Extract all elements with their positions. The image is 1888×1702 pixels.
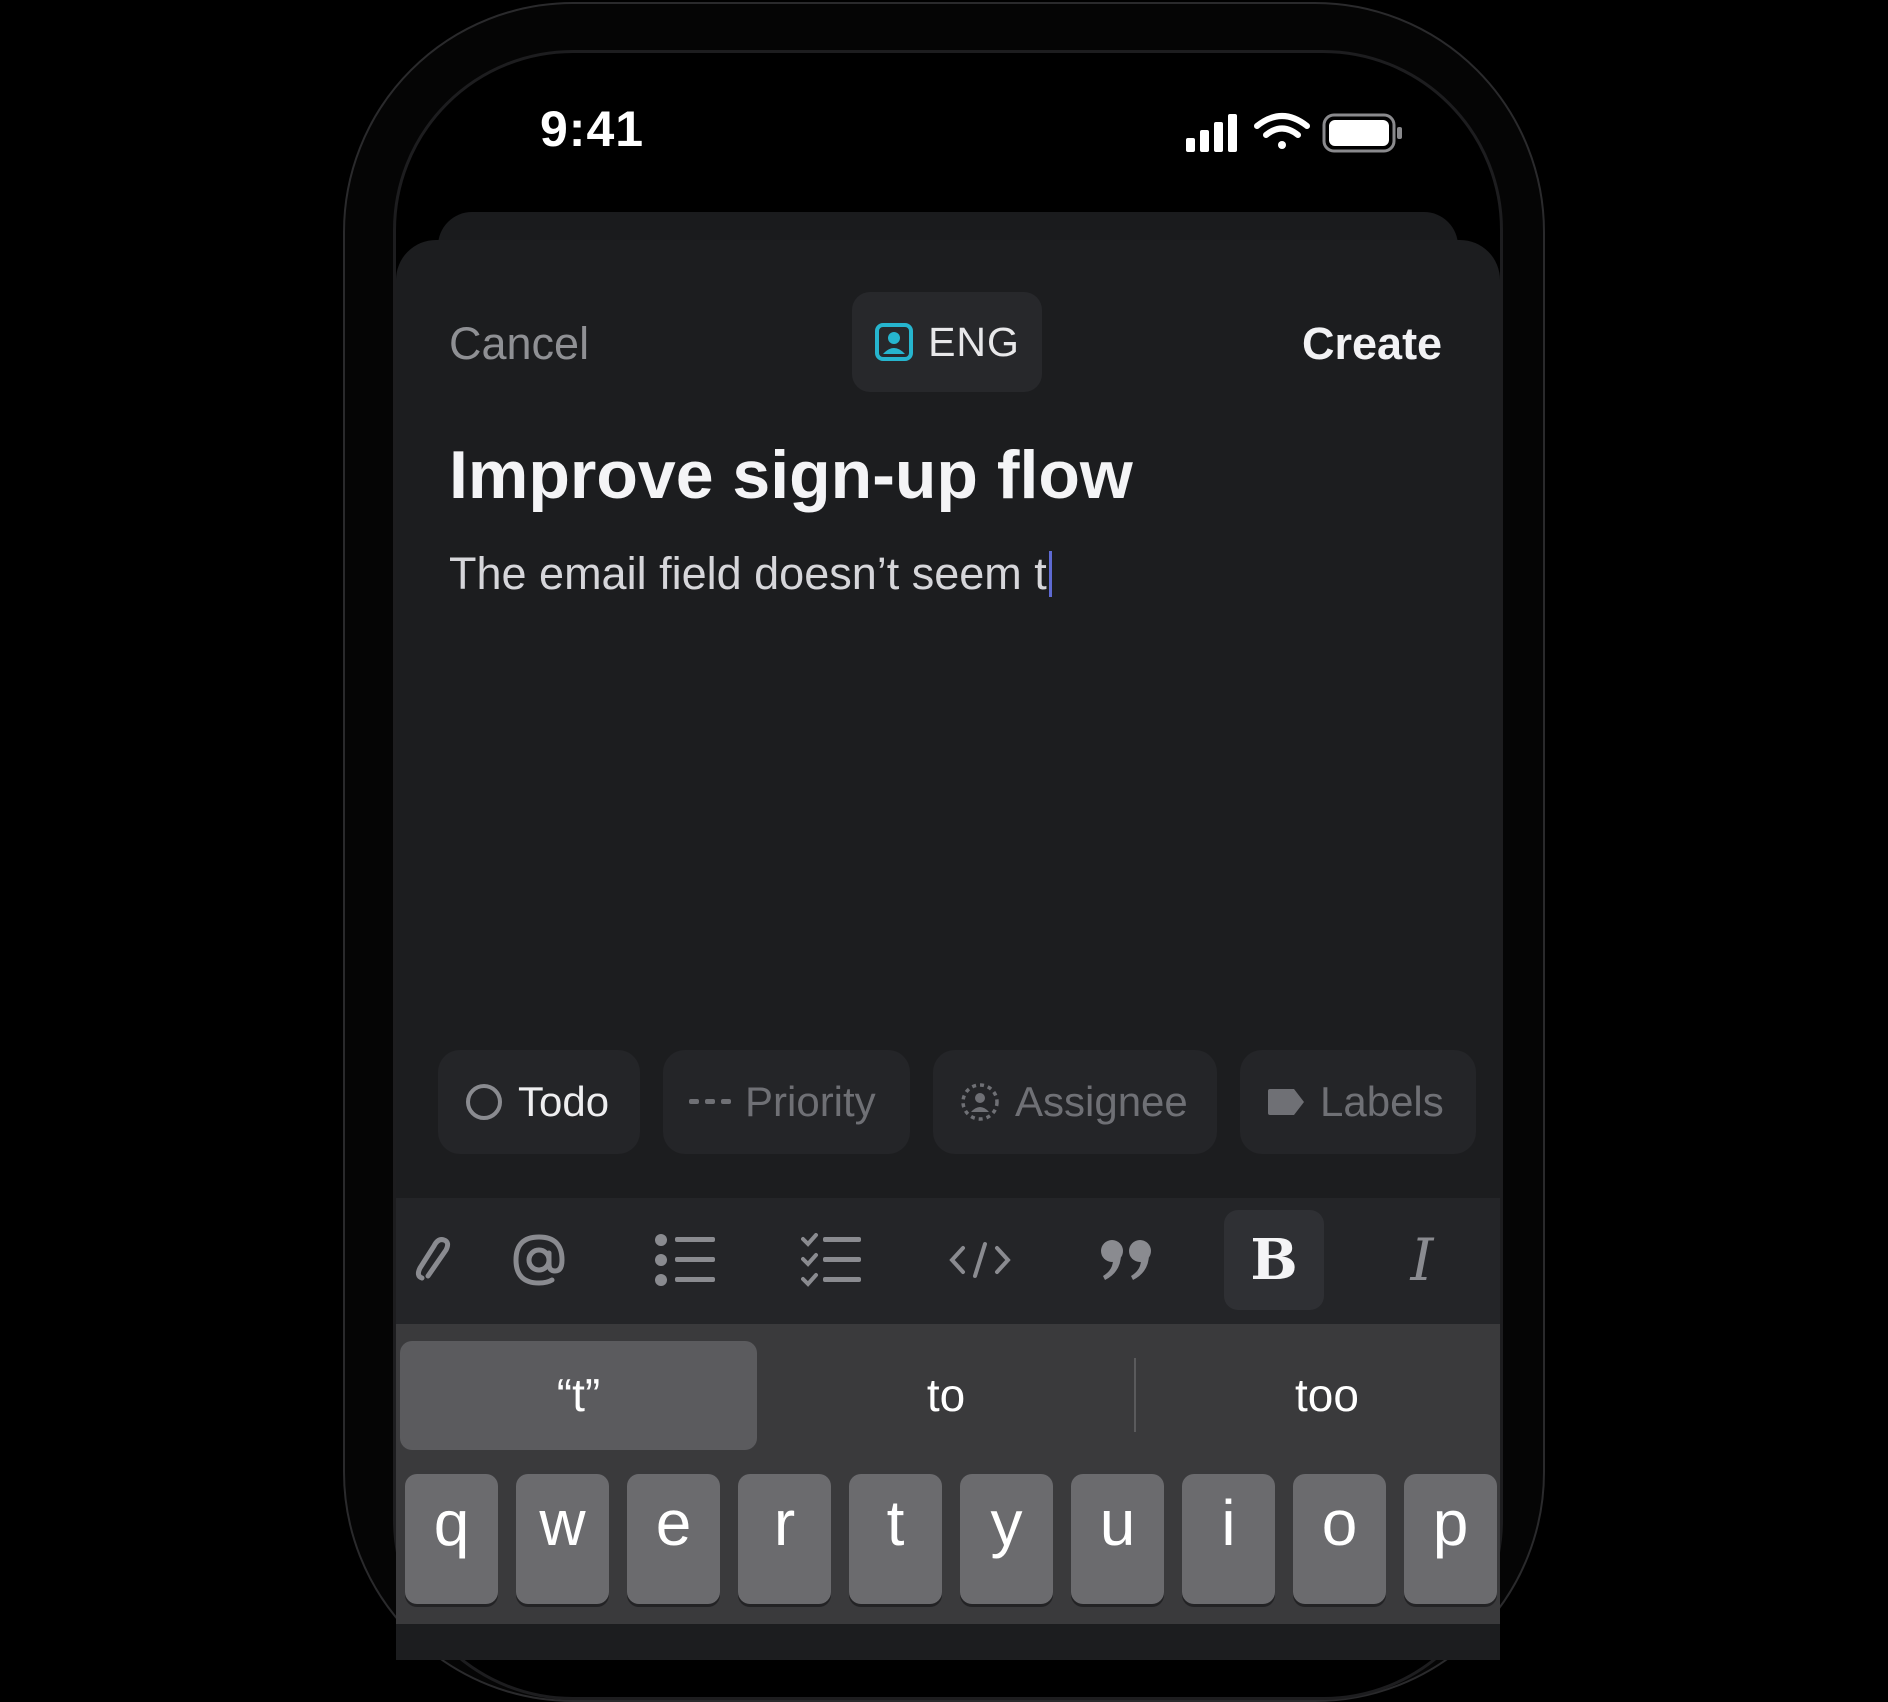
key-o[interactable]: o [1293, 1474, 1386, 1604]
code-icon[interactable] [930, 1210, 1030, 1310]
key-r[interactable]: r [738, 1474, 831, 1604]
labels-label: Labels [1320, 1078, 1444, 1125]
text-caret [1048, 551, 1052, 597]
status-label: Todo [518, 1078, 610, 1125]
assignee-label: Assignee [1015, 1078, 1188, 1125]
issue-title-input[interactable]: Improve sign-up flow [449, 436, 1133, 514]
cancel-button[interactable]: Cancel [449, 318, 589, 370]
team-label: ENG [928, 318, 1020, 365]
signal-icon [1186, 114, 1237, 152]
key-y[interactable]: y [960, 1474, 1053, 1604]
label-tag-icon [1268, 1089, 1304, 1115]
status-chip[interactable]: Todo [438, 1050, 640, 1154]
suggestion-1[interactable]: “t” [400, 1368, 757, 1422]
todo-circle-icon [466, 1084, 502, 1120]
key-e[interactable]: e [627, 1474, 720, 1604]
team-icon [875, 323, 914, 361]
mention-icon[interactable] [489, 1210, 589, 1310]
suggestion-2[interactable]: to [760, 1368, 1132, 1422]
create-button[interactable]: Create [1302, 318, 1442, 370]
key-w[interactable]: w [516, 1474, 609, 1604]
issue-description-input[interactable]: The email field doesn’t seem t [449, 548, 1052, 600]
attachment-icon[interactable] [386, 1210, 486, 1310]
battery-icon [1322, 113, 1402, 153]
bullet-list-icon[interactable] [636, 1210, 736, 1310]
description-text: The email field doesn’t seem t [449, 548, 1047, 599]
key-u[interactable]: u [1071, 1474, 1164, 1604]
priority-label: Priority [745, 1078, 876, 1125]
team-selector[interactable]: ENG [852, 292, 1042, 392]
assignee-icon [961, 1083, 999, 1121]
checklist-icon[interactable] [782, 1210, 882, 1310]
quote-icon[interactable] [1077, 1210, 1177, 1310]
assignee-chip[interactable]: Assignee [933, 1050, 1217, 1154]
key-i[interactable]: i [1182, 1474, 1275, 1604]
status-time: 9:41 [540, 101, 645, 157]
bold-icon[interactable]: B [1224, 1210, 1324, 1310]
key-t[interactable]: t [849, 1474, 942, 1604]
key-q[interactable]: q [405, 1474, 498, 1604]
labels-chip[interactable]: Labels [1240, 1050, 1476, 1154]
italic-icon[interactable]: I [1372, 1210, 1472, 1310]
suggestion-3[interactable]: too [1136, 1368, 1518, 1422]
status-icons [1186, 113, 1402, 153]
wifi-icon [1254, 113, 1310, 149]
no-priority-icon [689, 1099, 731, 1104]
priority-chip[interactable]: Priority [663, 1050, 910, 1154]
key-p[interactable]: p [1404, 1474, 1497, 1604]
